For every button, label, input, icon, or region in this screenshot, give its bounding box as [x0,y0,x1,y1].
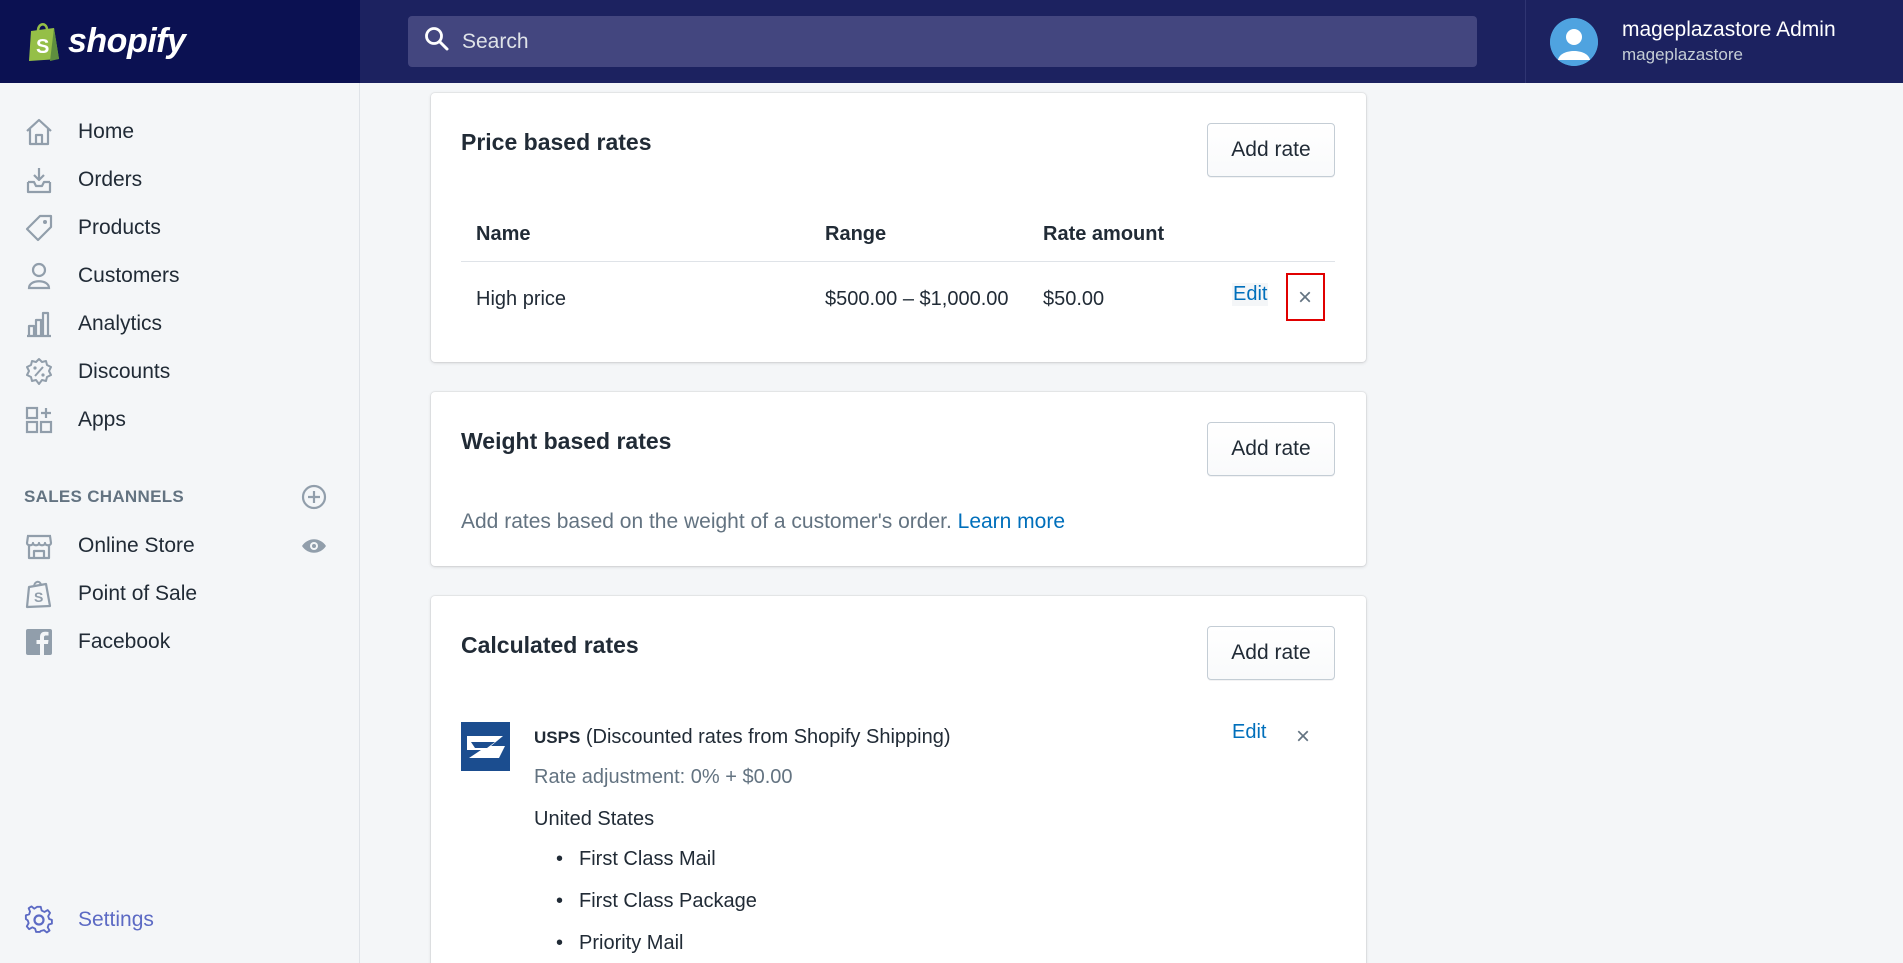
logo-text: shopify [68,22,186,60]
orders-icon [22,163,56,197]
rate-amount: $50.00 [1043,288,1105,310]
card-title: Price based rates [461,129,652,155]
sidebar-item-label: Settings [78,908,154,931]
sidebar-item-label: Facebook [78,630,171,653]
top-bar: S shopify Search mageplazastore Admin ma… [0,0,1903,83]
list-item: • Priority Mail [556,932,684,954]
shopify-logo[interactable]: S shopify [0,0,360,83]
delete-rate-button[interactable]: × [1286,273,1325,321]
rate-name: High price [476,288,567,310]
sidebar-item-discounts[interactable]: Discounts [22,352,170,392]
rate-adjustment: Rate adjustment: 0% + $0.00 [534,766,793,788]
card-title: Weight based rates [461,428,672,454]
search-placeholder: Search [462,29,529,53]
facebook-icon [22,625,56,659]
sidebar-item-label: Online Store [78,534,195,557]
edit-rate-link[interactable]: Edit [1232,283,1269,306]
sidebar-item-label: Customers [78,264,180,287]
shipping-methods-list: • First Class Mail • First Class Package •… [556,848,757,963]
add-price-rate-button[interactable]: Add rate [1207,123,1335,177]
table-divider [461,261,1335,262]
edit-carrier-link[interactable]: Edit [1232,721,1266,744]
close-icon[interactable]: × [1296,723,1310,751]
bar-chart-icon [22,307,56,341]
sidebar-item-customers[interactable]: Customers [22,256,180,296]
sidebar-item-label: Orders [78,168,143,191]
sidebar-item-label: Apps [78,408,126,431]
sidebar-item-label: Products [78,216,161,239]
sidebar: Home Orders Products Customers Analytics… [0,83,360,963]
learn-more-link[interactable]: Learn more [958,510,1065,533]
calculated-rates-card: Calculated rates Add rate USPS (Discount… [431,596,1366,963]
rate-range: $500.00 – $1,000.00 [825,288,1009,310]
search-icon [424,26,450,57]
sidebar-item-products[interactable]: Products [22,208,161,248]
carrier-name: USPS [534,728,581,747]
apps-icon [22,403,56,437]
list-item: • First Class Mail [556,848,716,870]
column-header-name: Name [476,223,531,245]
user-name: mageplazastore Admin [1622,18,1836,41]
carrier-title: USPS (Discounted rates from Shopify Ship… [534,726,950,749]
person-icon [22,259,56,293]
home-icon [22,115,56,149]
carrier-note: (Discounted rates from Shopify Shipping) [585,726,951,748]
shopping-bag-icon: S [22,577,56,611]
card-title: Calculated rates [461,632,639,658]
shopify-bag-icon: S [26,21,62,63]
sidebar-item-facebook[interactable]: Facebook [22,622,170,662]
add-channel-icon[interactable] [299,482,329,512]
eye-icon[interactable] [299,531,329,561]
sidebar-item-label: Analytics [78,312,163,335]
sidebar-item-point-of-sale[interactable]: S Point of Sale [22,574,197,614]
sidebar-item-orders[interactable]: Orders [22,160,142,200]
column-header-rate-amount: Rate amount [1043,223,1165,245]
tag-icon [22,211,56,245]
close-icon: × [1298,284,1313,311]
country-label: United States [534,808,655,830]
sidebar-item-label: Discounts [78,360,171,383]
weight-description: Add rates based on the weight of a custo… [461,510,1065,534]
add-weight-rate-button[interactable]: Add rate [1207,422,1335,476]
add-calculated-rate-button[interactable]: Add rate [1207,626,1335,680]
usps-logo-icon [461,722,510,771]
description-text: Add rates based on the weight of a custo… [461,510,952,533]
sidebar-item-home[interactable]: Home [22,112,134,152]
store-icon [22,529,56,563]
svg-text:S: S [34,589,43,605]
sidebar-item-label: Point of Sale [78,582,198,605]
sidebar-item-label: Home [78,120,135,143]
weight-based-rates-card: Weight based rates Add rate Add rates ba… [431,392,1366,566]
sales-channels-header: SALES CHANNELS [24,487,185,506]
sidebar-item-online-store[interactable]: Online Store [22,526,195,566]
avatar [1550,17,1598,66]
user-menu[interactable]: mageplazastore Admin mageplazastore [1525,0,1903,83]
discount-icon [22,355,56,389]
svg-text:S: S [36,36,49,58]
sidebar-item-analytics[interactable]: Analytics [22,304,162,344]
price-based-rates-card: Price based rates Add rate Name Range Ra… [431,93,1366,362]
column-header-range: Range [825,223,887,245]
sidebar-item-settings[interactable]: Settings [22,900,154,940]
gear-icon [22,903,56,937]
search-input[interactable]: Search [408,16,1477,67]
sidebar-item-apps[interactable]: Apps [22,400,126,440]
list-item: • First Class Package [556,890,757,912]
user-store: mageplazastore [1622,45,1743,64]
